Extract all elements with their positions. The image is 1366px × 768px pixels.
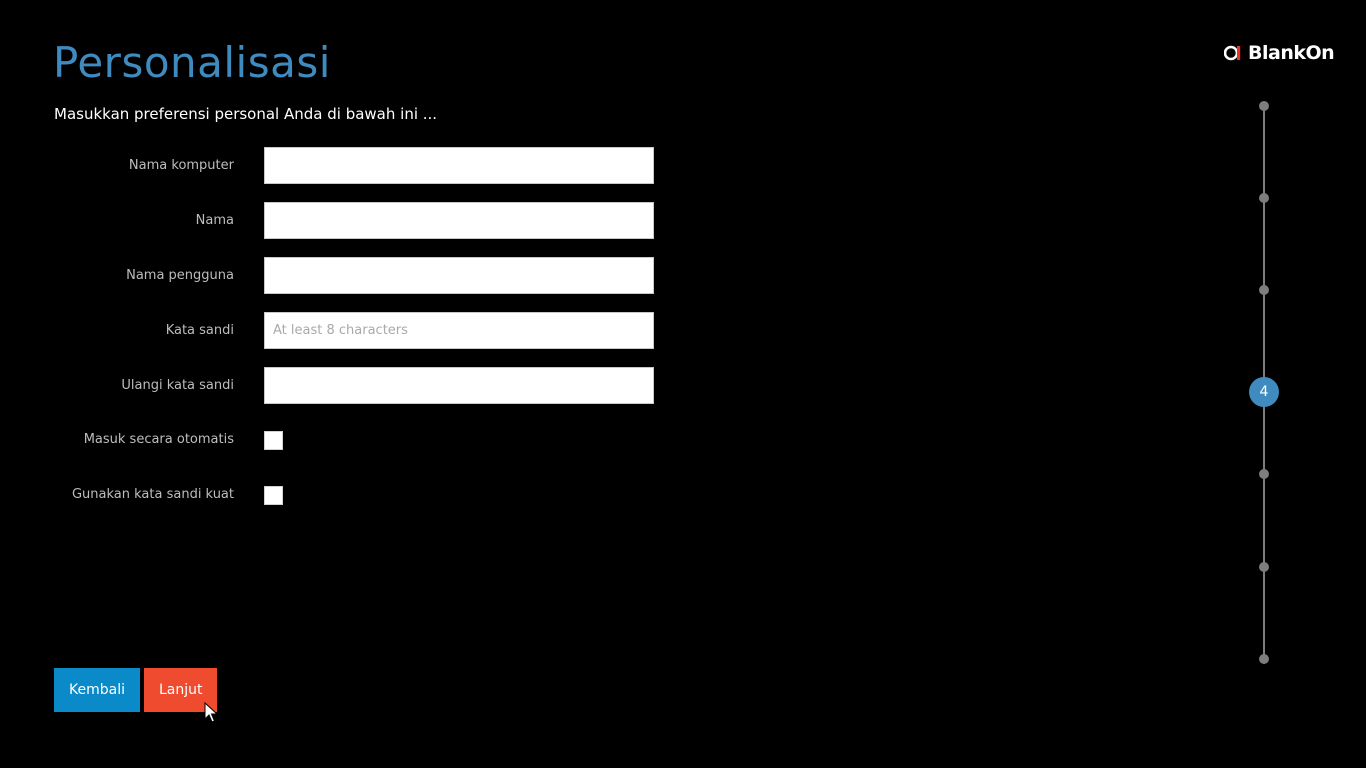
strong-password-checkbox[interactable] xyxy=(264,486,283,505)
repeat-password-label: Ulangi kata sandi xyxy=(121,378,234,393)
form-row-repeat-password: Ulangi kata sandi xyxy=(0,367,660,405)
back-button[interactable]: Kembali xyxy=(54,668,140,712)
repeat-password-input[interactable] xyxy=(264,367,654,404)
mouse-cursor-icon xyxy=(204,702,218,723)
form-row-password: Kata sandi xyxy=(0,312,660,350)
form-row-full-name: Nama xyxy=(0,202,660,240)
blankon-logo: BlankOn xyxy=(1224,42,1335,64)
computer-name-input[interactable] xyxy=(264,147,654,184)
form-row-auto-login: Masuk secara otomatis xyxy=(0,421,660,459)
computer-name-label: Nama komputer xyxy=(128,158,234,173)
blankon-logo-icon xyxy=(1224,45,1241,61)
step-dot-5 xyxy=(1259,469,1269,479)
auto-login-checkbox[interactable] xyxy=(264,431,283,450)
logo-text: BlankOn xyxy=(1248,42,1335,64)
auto-login-label: Masuk secara otomatis xyxy=(83,432,234,447)
username-input[interactable] xyxy=(264,257,654,294)
installer-page: Personalisasi Masukkan preferensi person… xyxy=(0,0,1366,768)
full-name-label: Nama xyxy=(195,213,234,228)
step-dot-2 xyxy=(1259,193,1269,203)
step-dot-3 xyxy=(1259,285,1269,295)
form-row-username: Nama pengguna xyxy=(0,257,660,295)
step-dot-6 xyxy=(1259,562,1269,572)
step-dot-7 xyxy=(1259,654,1269,664)
username-label: Nama pengguna xyxy=(126,268,234,283)
strong-password-label: Gunakan kata sandi kuat xyxy=(71,487,234,502)
password-label: Kata sandi xyxy=(165,323,234,338)
password-input[interactable] xyxy=(264,312,654,349)
form-row-computer-name: Nama komputer xyxy=(0,147,660,185)
page-title: Personalisasi xyxy=(53,38,331,87)
page-subtitle: Masukkan preferensi personal Anda di baw… xyxy=(54,105,438,123)
step-dot-1 xyxy=(1259,101,1269,111)
step-current: 4 xyxy=(1249,377,1279,407)
full-name-input[interactable] xyxy=(264,202,654,239)
form-row-strong-password: Gunakan kata sandi kuat xyxy=(0,476,660,514)
